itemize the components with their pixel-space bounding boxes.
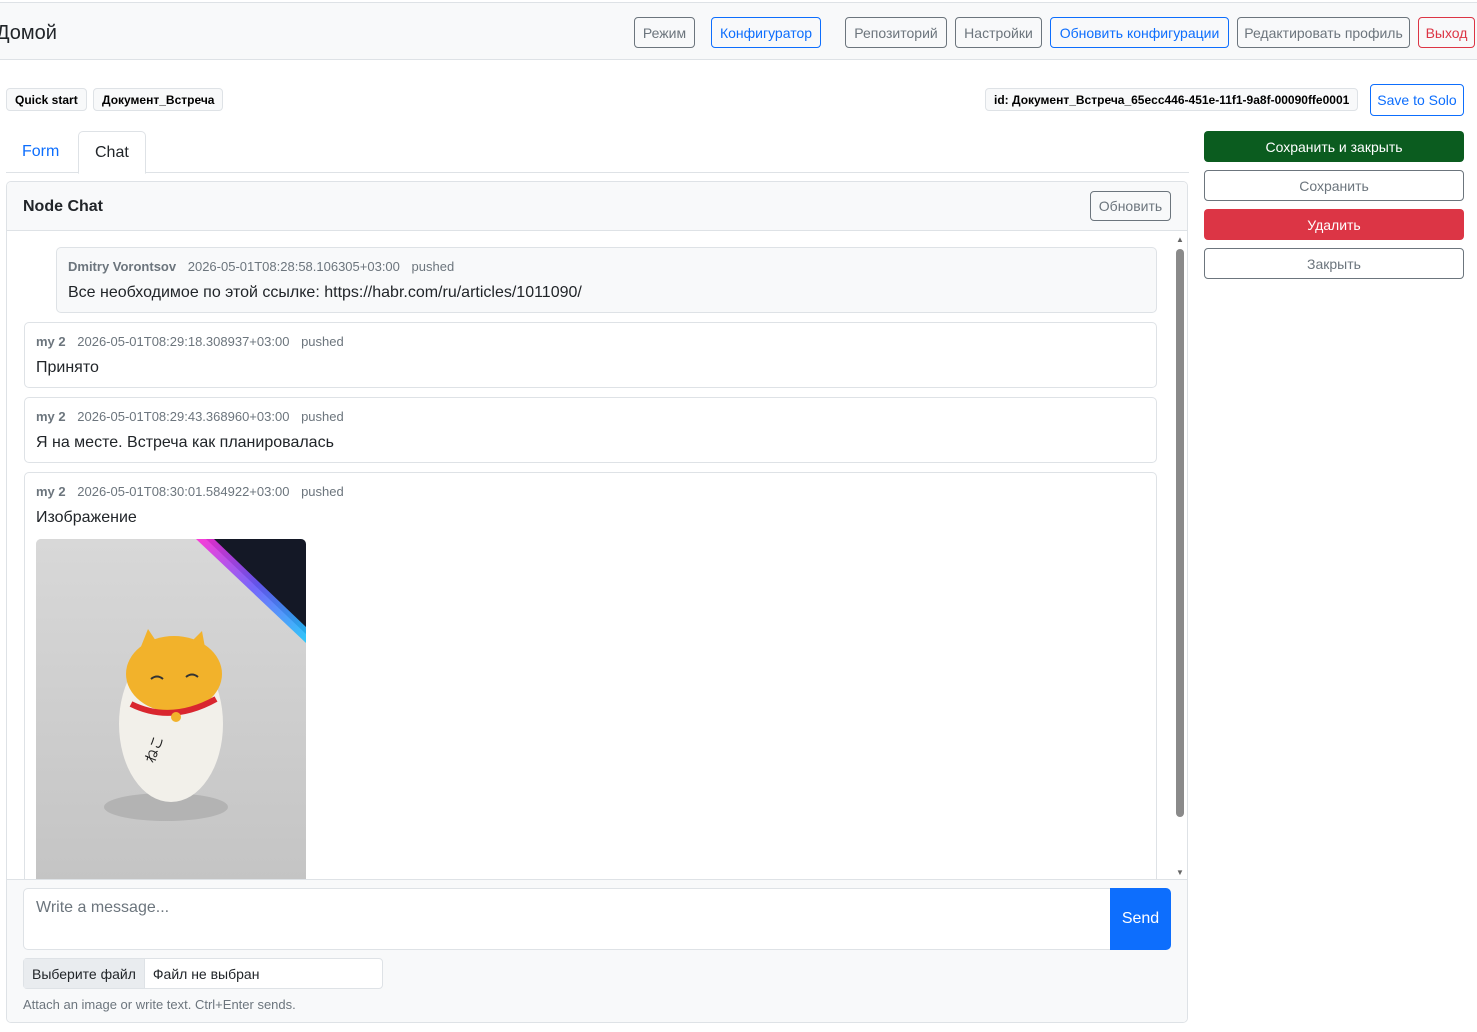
- message-text: Я на месте. Встреча как планировалась: [36, 434, 334, 451]
- chat-header: Node Chat Обновить: [7, 182, 1187, 231]
- composer-hint: Attach an image or write text. Ctrl+Ente…: [23, 997, 296, 1012]
- configurator-button[interactable]: Конфигуратор: [711, 17, 821, 48]
- tab-chat[interactable]: Chat: [78, 131, 146, 174]
- node-chat-card: Node Chat Обновить Dmitry Vorontsov 2026…: [6, 181, 1188, 1023]
- file-picker[interactable]: Выберите файл Файл не выбран: [23, 958, 383, 989]
- chat-message: my 2 2026-05-01T08:30:01.584922+03:00 pu…: [24, 472, 1157, 879]
- message-text: Все необходимое по этой ссылке: https://…: [68, 284, 582, 301]
- chat-message: my 2 2026-05-01T08:29:18.308937+03:00 pu…: [24, 322, 1157, 388]
- message-timestamp: 2026-05-01T08:29:43.368960+03:00: [77, 409, 290, 424]
- close-button[interactable]: Закрыть: [1204, 248, 1464, 279]
- message-timestamp: 2026-05-01T08:28:58.106305+03:00: [187, 259, 400, 274]
- message-author: Dmitry Vorontsov: [68, 259, 177, 274]
- message-meta: Dmitry Vorontsov 2026-05-01T08:28:58.106…: [68, 259, 454, 274]
- breadcrumb-quick-start[interactable]: Quick start: [6, 88, 87, 111]
- scrollbar-thumb[interactable]: [1176, 249, 1184, 817]
- logout-button[interactable]: Выход: [1418, 17, 1475, 48]
- message-image[interactable]: ねこ: [36, 539, 306, 879]
- message-author: my 2: [36, 484, 66, 499]
- file-status: Файл не выбран: [152, 965, 260, 982]
- message-input[interactable]: [23, 888, 1111, 950]
- chat-scrollbar[interactable]: ▲ ▼: [1173, 231, 1187, 879]
- top-navbar: Домой Режим Конфигуратор Репозиторий Нас…: [0, 2, 1477, 60]
- save-to-solo-button[interactable]: Save to Solo: [1370, 84, 1464, 116]
- document-id-badge: id: Документ_Встреча_65ecc446-451e-11f1-…: [985, 88, 1359, 111]
- chat-message: my 2 2026-05-01T08:29:43.368960+03:00 pu…: [24, 397, 1157, 463]
- triangle-down-icon[interactable]: ▼: [1176, 868, 1184, 877]
- message-status: pushed: [301, 334, 344, 349]
- send-button[interactable]: Send: [1110, 888, 1171, 950]
- message-text: Принято: [36, 359, 99, 376]
- settings-button[interactable]: Настройки: [955, 17, 1042, 48]
- message-status: pushed: [301, 409, 344, 424]
- message-author: my 2: [36, 409, 66, 424]
- chat-message: Dmitry Vorontsov 2026-05-01T08:28:58.106…: [56, 247, 1157, 313]
- chat-composer: Send Выберите файл Файл не выбран Attach…: [7, 879, 1187, 1022]
- repository-button[interactable]: Репозиторий: [845, 17, 947, 48]
- message-timestamp: 2026-05-01T08:29:18.308937+03:00: [77, 334, 290, 349]
- save-and-close-button[interactable]: Сохранить и закрыть: [1204, 131, 1464, 162]
- message-timestamp: 2026-05-01T08:30:01.584922+03:00: [77, 484, 290, 499]
- message-author: my 2: [36, 334, 66, 349]
- chat-title: Node Chat: [23, 198, 103, 215]
- home-link[interactable]: Домой: [0, 22, 57, 45]
- tab-bar: Form Chat: [6, 131, 1189, 174]
- triangle-up-icon[interactable]: ▲: [1176, 235, 1184, 244]
- lucky-cat-photo-icon: ねこ: [36, 539, 306, 879]
- chat-messages[interactable]: Dmitry Vorontsov 2026-05-01T08:28:58.106…: [7, 231, 1187, 879]
- message-status: pushed: [411, 259, 455, 274]
- message-text: Изображение: [36, 509, 137, 526]
- update-configs-button[interactable]: Обновить конфигурации: [1050, 17, 1229, 48]
- save-button[interactable]: Сохранить: [1204, 170, 1464, 201]
- choose-file-button[interactable]: Выберите файл: [24, 959, 145, 988]
- message-meta: my 2 2026-05-01T08:30:01.584922+03:00 pu…: [36, 484, 344, 499]
- mode-button[interactable]: Режим: [634, 17, 695, 48]
- tab-form[interactable]: Form: [6, 131, 75, 173]
- message-meta: my 2 2026-05-01T08:29:18.308937+03:00 pu…: [36, 334, 344, 349]
- refresh-button[interactable]: Обновить: [1090, 191, 1171, 221]
- edit-profile-button[interactable]: Редактировать профиль: [1237, 17, 1410, 48]
- breadcrumb-document[interactable]: Документ_Встреча: [93, 88, 224, 111]
- delete-button[interactable]: Удалить: [1204, 209, 1464, 240]
- message-status: pushed: [301, 484, 344, 499]
- message-meta: my 2 2026-05-01T08:29:43.368960+03:00 pu…: [36, 409, 344, 424]
